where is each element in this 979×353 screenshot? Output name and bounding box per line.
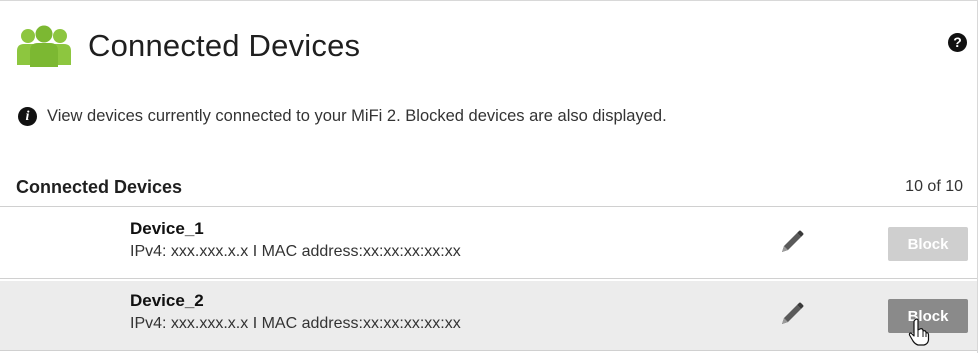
device-name: Device_2: [130, 291, 204, 310]
connected-devices-panel: Connected Devices ? i View devices curre…: [0, 0, 978, 353]
pencil-icon[interactable]: [776, 227, 804, 257]
device-count: 10 of 10: [905, 178, 963, 195]
section-header: Connected Devices 10 of 10: [0, 171, 977, 207]
hand-pointer-icon: [908, 318, 930, 346]
pencil-icon[interactable]: [776, 299, 804, 329]
help-icon[interactable]: ?: [948, 33, 967, 52]
block-button[interactable]: Block: [888, 227, 968, 261]
device-info: IPv4: xxx.xxx.x.x I MAC address:xx:xx:xx…: [130, 243, 461, 260]
info-text: View devices currently connected to your…: [47, 107, 667, 125]
section-title: Connected Devices: [16, 177, 183, 197]
people-group-icon: [17, 25, 71, 67]
device-info: IPv4: xxx.xxx.x.x I MAC address:xx:xx:xx…: [130, 315, 461, 332]
device-row: Device_2 IPv4: xxx.xxx.x.x I MAC address…: [0, 281, 977, 351]
page-title: Connected Devices: [88, 28, 361, 63]
device-row: Device_1 IPv4: xxx.xxx.x.x I MAC address…: [0, 209, 977, 279]
page-header: Connected Devices: [16, 25, 360, 67]
info-icon: i: [18, 107, 37, 126]
device-name: Device_1: [130, 219, 204, 238]
info-message: i View devices currently connected to yo…: [18, 107, 667, 126]
